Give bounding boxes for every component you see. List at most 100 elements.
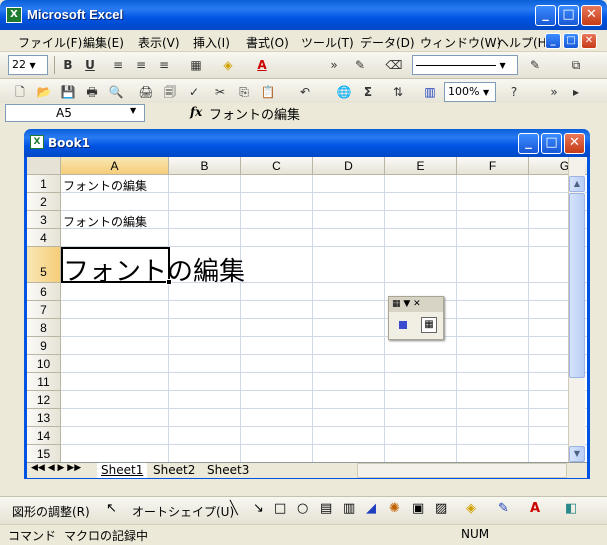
column-header-d[interactable]: D	[313, 157, 385, 175]
workbook-title-bar[interactable]	[24, 129, 590, 157]
line-style-combo[interactable]: ▼	[412, 55, 518, 75]
scroll-down-button[interactable]: ▼	[569, 446, 585, 462]
arrow-icon[interactable]: ↘	[253, 501, 264, 516]
floating-toolbar-titlebar[interactable]: ▦ ▼ ✕	[389, 297, 443, 312]
autoshapes-menu[interactable]: オートシェイプ(U)	[132, 503, 234, 520]
column-header-f[interactable]: F	[457, 157, 529, 175]
name-box-dropdown-icon[interactable]: ▼	[130, 106, 136, 115]
select-pointer-icon[interactable]: ↖	[106, 501, 117, 516]
column-header-a[interactable]: A	[61, 157, 169, 175]
tab-sheet3[interactable]: Sheet3	[203, 463, 253, 478]
line-color-icon[interactable]: ✎	[498, 501, 509, 516]
underline-button[interactable]: U	[80, 55, 100, 75]
row-header-10[interactable]: 10	[27, 355, 61, 373]
row-header-13[interactable]: 13	[27, 409, 61, 427]
menu-view[interactable]: 表示(V)	[138, 34, 180, 51]
bold-button[interactable]: B	[58, 55, 78, 75]
workbook-close-button[interactable]: ✕	[564, 133, 585, 154]
font-color-draw-icon[interactable]: A	[530, 501, 540, 516]
formula-input[interactable]: フォントの編集	[209, 104, 300, 123]
zoom-combo[interactable]: 100% ▼	[444, 82, 496, 102]
open-icon[interactable]: 📂	[34, 82, 54, 102]
paste-icon[interactable]: 📋	[258, 82, 278, 102]
oval-icon[interactable]: ○	[297, 501, 308, 516]
doc-minimize-button[interactable]: _	[545, 33, 561, 49]
font-color-icon[interactable]: A	[252, 55, 272, 75]
clipart-icon[interactable]: ▣	[412, 501, 424, 516]
diagram-icon[interactable]: ✺	[389, 501, 400, 516]
minimize-button[interactable]: _	[535, 5, 556, 26]
relative-reference-icon[interactable]: ▦	[421, 317, 437, 333]
fill-handle[interactable]	[166, 279, 172, 285]
picture-icon[interactable]: ▨	[435, 501, 447, 516]
doc-close-button[interactable]: ✕	[581, 33, 597, 49]
scroll-up-button[interactable]: ▲	[569, 176, 585, 192]
row-header-9[interactable]: 9	[27, 337, 61, 355]
row-header-1[interactable]: 1	[27, 175, 61, 193]
row-header-11[interactable]: 11	[27, 373, 61, 391]
textbox-icon[interactable]: ▤	[320, 501, 332, 516]
row-header-6[interactable]: 6	[27, 283, 61, 301]
menu-format[interactable]: 書式(O)	[246, 34, 289, 51]
menu-insert[interactable]: 挿入(I)	[193, 34, 230, 51]
select-all-corner[interactable]	[27, 157, 61, 175]
permission-icon[interactable]: 🖶	[82, 82, 102, 102]
row-header-5[interactable]: 5	[27, 247, 61, 283]
new-icon[interactable]: 🗋	[10, 82, 30, 102]
cut-icon[interactable]: ✂	[210, 82, 230, 102]
workbook-icon[interactable]: X	[30, 135, 44, 149]
print-preview-icon[interactable]: 🔍	[106, 82, 126, 102]
preview-icon[interactable]: 🗐	[160, 82, 180, 102]
column-header-e[interactable]: E	[385, 157, 457, 175]
rectangle-icon[interactable]: □	[274, 501, 286, 516]
workbook-minimize-button[interactable]: _	[518, 133, 539, 154]
align-right-icon[interactable]: ≡	[154, 55, 174, 75]
eraser-icon[interactable]: ⌫	[384, 55, 404, 75]
sort-ascending-icon[interactable]: ⇅	[388, 82, 408, 102]
column-header-c[interactable]: C	[241, 157, 313, 175]
copy-format-icon[interactable]: ⧉	[566, 55, 586, 75]
close-button[interactable]: ✕	[581, 5, 602, 26]
borders-icon[interactable]: ▦	[186, 55, 206, 75]
maximize-button[interactable]: □	[558, 5, 579, 26]
menu-help[interactable]: ヘルプ(H)	[497, 34, 551, 51]
tab-sheet1[interactable]: Sheet1	[97, 463, 148, 478]
row-header-15[interactable]: 15	[27, 445, 61, 462]
menu-file[interactable]: ファイル(F)	[18, 34, 82, 51]
fill-color-icon[interactable]: ◈	[218, 55, 238, 75]
row-header-14[interactable]: 14	[27, 427, 61, 445]
chart-wizard-icon[interactable]: ▥	[420, 82, 440, 102]
cell-a1[interactable]: フォントの編集	[63, 177, 147, 194]
wordart-icon[interactable]: ◢	[366, 501, 376, 516]
line-icon[interactable]: ╲	[230, 501, 238, 516]
border-color-icon[interactable]: ✎	[525, 55, 545, 75]
row-header-3[interactable]: 3	[27, 211, 61, 229]
row-header-7[interactable]: 7	[27, 301, 61, 319]
align-left-icon[interactable]: ≡	[108, 55, 128, 75]
select-objects-icon[interactable]: ▸	[566, 82, 586, 102]
column-header-b[interactable]: B	[169, 157, 241, 175]
row-header-4[interactable]: 4	[27, 229, 61, 247]
help-icon[interactable]: ?	[504, 82, 524, 102]
tab-scroll-buttons[interactable]: ◀◀ ◀ ▶ ▶▶	[31, 463, 81, 473]
vertical-textbox-icon[interactable]: ▥	[343, 501, 355, 516]
fx-icon[interactable]: fx	[190, 105, 202, 119]
row-header-2[interactable]: 2	[27, 193, 61, 211]
tab-sheet2[interactable]: Sheet2	[149, 463, 199, 478]
row-header-8[interactable]: 8	[27, 319, 61, 337]
toolbar-options-icon[interactable]: »	[324, 55, 344, 75]
stop-recording-icon[interactable]	[399, 321, 407, 329]
row-header-12[interactable]: 12	[27, 391, 61, 409]
excel-app-icon[interactable]: X	[6, 7, 22, 23]
draw-menu[interactable]: 図形の調整(R)	[12, 503, 90, 520]
undo-icon[interactable]: ↶	[295, 82, 315, 102]
toolbar-options-icon-2[interactable]: »	[544, 82, 564, 102]
cell-a3[interactable]: フォントの編集	[63, 213, 147, 230]
fill-color-draw-icon[interactable]: ◈	[466, 501, 476, 516]
name-box[interactable]: A5	[5, 104, 145, 122]
worksheet-grid[interactable]: A B C D E F G 1 2 3 4 5 6 7 8 9 10 11 12…	[27, 157, 587, 462]
menu-window[interactable]: ウィンドウ(W)	[420, 34, 501, 51]
floating-toolbar[interactable]: ▦ ▼ ✕ ▦	[388, 296, 444, 340]
spelling-icon[interactable]: ✓	[184, 82, 204, 102]
hyperlink-icon[interactable]: 🌐	[334, 82, 354, 102]
